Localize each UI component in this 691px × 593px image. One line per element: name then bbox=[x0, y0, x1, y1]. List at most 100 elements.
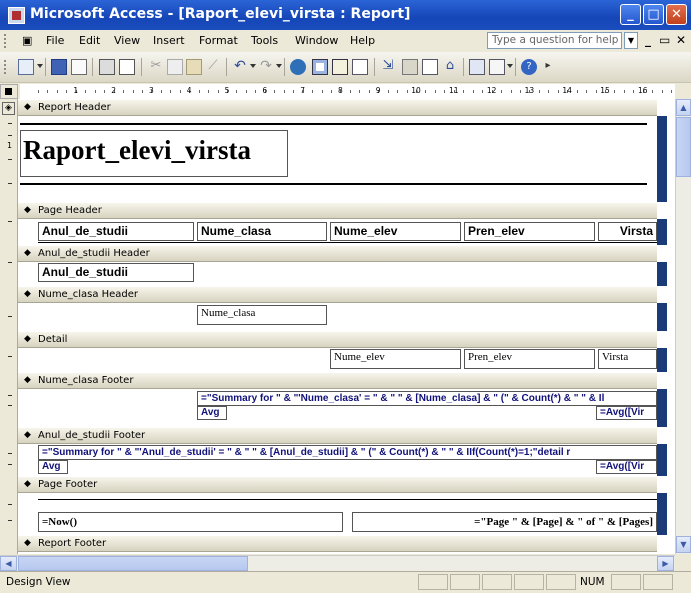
menu-view[interactable]: View bbox=[114, 34, 140, 47]
band-clasa-footer[interactable]: ◆ Nume_clasa Footer bbox=[18, 372, 657, 389]
band-page-header[interactable]: ◆ Page Header bbox=[18, 202, 657, 219]
code-icon[interactable] bbox=[402, 59, 418, 75]
label-anul-de-studii[interactable]: Anul_de_studii bbox=[38, 222, 194, 241]
menu-grip-handle[interactable] bbox=[4, 34, 14, 48]
new-object-dropdown-icon[interactable] bbox=[507, 64, 513, 68]
sorting-grouping-icon[interactable] bbox=[352, 59, 368, 75]
doc-close-icon[interactable]: ✕ bbox=[676, 33, 686, 47]
report-selector-icon[interactable] bbox=[0, 84, 18, 99]
toolbox-icon[interactable] bbox=[332, 59, 348, 75]
format-painter-icon[interactable]: ⟋ bbox=[205, 59, 221, 75]
save-icon[interactable] bbox=[51, 59, 67, 75]
band-anul-header[interactable]: ◆ Anul_de_studii Header bbox=[18, 245, 657, 262]
vertical-scroll-thumb[interactable] bbox=[676, 117, 691, 177]
label-nume-clasa[interactable]: Nume_clasa bbox=[197, 222, 327, 241]
textbox-page-number[interactable]: ="Page " & [Page] & " of " & [Pages] bbox=[352, 512, 657, 532]
header-line-top[interactable] bbox=[20, 123, 647, 125]
menu-window[interactable]: Window bbox=[295, 34, 338, 47]
help-dropdown-icon[interactable]: ▼ bbox=[624, 32, 638, 49]
band-detail[interactable]: ◆ Detail bbox=[18, 331, 657, 348]
textbox-pren-elev[interactable]: Pren_elev bbox=[464, 349, 595, 369]
properties-icon[interactable] bbox=[422, 59, 438, 75]
undo-icon[interactable]: ↶ bbox=[232, 59, 248, 75]
textbox-virsta[interactable]: Virsta bbox=[598, 349, 657, 369]
label-nume-elev[interactable]: Nume_elev bbox=[330, 222, 461, 241]
menu-tools[interactable]: Tools bbox=[251, 34, 278, 47]
band-clasa-header[interactable]: ◆ Nume_clasa Header bbox=[18, 286, 657, 303]
build-icon[interactable]: ⌂ bbox=[442, 59, 458, 75]
band-anul-footer[interactable]: ◆ Anul_de_studii Footer bbox=[18, 427, 657, 444]
ruler-minor-tick bbox=[519, 90, 521, 93]
doc-minimize-icon[interactable]: _ bbox=[645, 33, 651, 47]
textbox-anul-de-studii[interactable]: Anul_de_studii bbox=[38, 263, 194, 282]
label-clasa-avg[interactable]: Avg bbox=[197, 406, 227, 420]
vertical-scrollbar[interactable]: ▲ ▼ bbox=[675, 99, 691, 554]
print-preview-icon[interactable] bbox=[119, 59, 135, 75]
band-report-footer[interactable]: ◆ Report Footer bbox=[18, 535, 657, 552]
copy-icon[interactable] bbox=[167, 59, 183, 75]
toolbar-options-icon[interactable]: ▸ bbox=[540, 59, 556, 75]
print-icon[interactable] bbox=[99, 59, 115, 75]
scroll-right-icon[interactable]: ▶ bbox=[657, 556, 674, 571]
ruler-tick-label: 3 bbox=[149, 86, 154, 95]
access-window: Microsoft Access - [Raport_elevi_virsta … bbox=[0, 0, 691, 593]
field-list-icon[interactable] bbox=[312, 59, 328, 75]
label-pren-elev[interactable]: Pren_elev bbox=[464, 222, 595, 241]
ruler-minor-tick bbox=[330, 90, 332, 93]
textbox-clasa-summary[interactable]: ="Summary for " & "'Nume_clasa' = " & " … bbox=[197, 391, 657, 406]
band-report-header[interactable]: ◆ Report Header bbox=[18, 99, 657, 116]
horizontal-scrollbar[interactable]: ◀ ▶ bbox=[0, 555, 675, 571]
menu-file[interactable]: File bbox=[46, 34, 64, 47]
status-bar: Design View NUM bbox=[0, 571, 691, 593]
database-window-icon[interactable] bbox=[469, 59, 485, 75]
help-search-input[interactable]: Type a question for help bbox=[487, 32, 622, 49]
redo-dropdown-icon[interactable] bbox=[276, 64, 282, 68]
textbox-anul-avg[interactable]: =Avg([Vir bbox=[596, 460, 657, 474]
menu-edit[interactable]: Edit bbox=[79, 34, 100, 47]
band-page-footer[interactable]: ◆ Page Footer bbox=[18, 476, 657, 493]
report-select-icon[interactable]: ◈ bbox=[2, 102, 15, 115]
textbox-nume-clasa[interactable]: Nume_clasa bbox=[197, 305, 327, 325]
access-app-icon[interactable] bbox=[8, 7, 25, 24]
menu-help[interactable]: Help bbox=[350, 34, 375, 47]
ruler-minor-tick bbox=[349, 90, 351, 93]
horizontal-scroll-thumb[interactable] bbox=[18, 556, 248, 571]
help-icon[interactable]: ? bbox=[521, 59, 537, 75]
report-title-label[interactable]: Raport_elevi_virsta bbox=[20, 130, 288, 177]
textbox-clasa-avg[interactable]: =Avg([Vir bbox=[596, 406, 657, 420]
header-line-bottom[interactable] bbox=[20, 183, 647, 185]
textbox-anul-summary[interactable]: ="Summary for " & "'Anul_de_studii' = " … bbox=[38, 445, 657, 460]
view-icon[interactable] bbox=[18, 59, 34, 75]
ruler-minor-tick bbox=[198, 90, 200, 93]
ruler-minor-tick bbox=[170, 90, 172, 93]
textbox-now[interactable]: =Now() bbox=[38, 512, 343, 532]
paste-icon[interactable] bbox=[186, 59, 202, 75]
undo-dropdown-icon[interactable] bbox=[250, 64, 256, 68]
scroll-down-icon[interactable]: ▼ bbox=[676, 536, 691, 553]
textbox-nume-elev[interactable]: Nume_elev bbox=[330, 349, 461, 369]
cut-icon[interactable]: ✂ bbox=[148, 59, 164, 75]
file-search-icon[interactable] bbox=[71, 59, 87, 75]
scroll-up-icon[interactable]: ▲ bbox=[676, 99, 691, 116]
doc-restore-icon[interactable]: ▭ bbox=[659, 33, 670, 47]
minimize-button[interactable]: _ bbox=[620, 4, 641, 25]
menu-format[interactable]: Format bbox=[199, 34, 238, 47]
ruler-tick-label: 11 bbox=[449, 86, 459, 95]
label-anul-avg[interactable]: Avg bbox=[38, 460, 68, 474]
band-arrow-icon: ◆ bbox=[24, 102, 31, 112]
autoformat-icon[interactable]: ⇲ bbox=[380, 59, 396, 75]
close-button[interactable]: ✕ bbox=[666, 4, 687, 25]
menu-insert[interactable]: Insert bbox=[153, 34, 185, 47]
section-clasa-header[interactable] bbox=[18, 303, 657, 331]
ruler-tick-label: 4 bbox=[186, 86, 192, 95]
view-dropdown-icon[interactable] bbox=[37, 64, 43, 68]
maximize-button[interactable]: □ bbox=[643, 4, 664, 25]
redo-icon[interactable]: ↷ bbox=[258, 59, 274, 75]
label-virsta[interactable]: Virsta bbox=[598, 222, 657, 241]
ruler-minor-tick bbox=[671, 90, 673, 93]
new-object-icon[interactable] bbox=[489, 59, 505, 75]
insert-hyperlink-icon[interactable] bbox=[290, 59, 306, 75]
toolbar-grip-handle[interactable] bbox=[4, 60, 14, 74]
scroll-left-icon[interactable]: ◀ bbox=[0, 556, 17, 571]
ruler-minor-tick bbox=[160, 90, 162, 93]
